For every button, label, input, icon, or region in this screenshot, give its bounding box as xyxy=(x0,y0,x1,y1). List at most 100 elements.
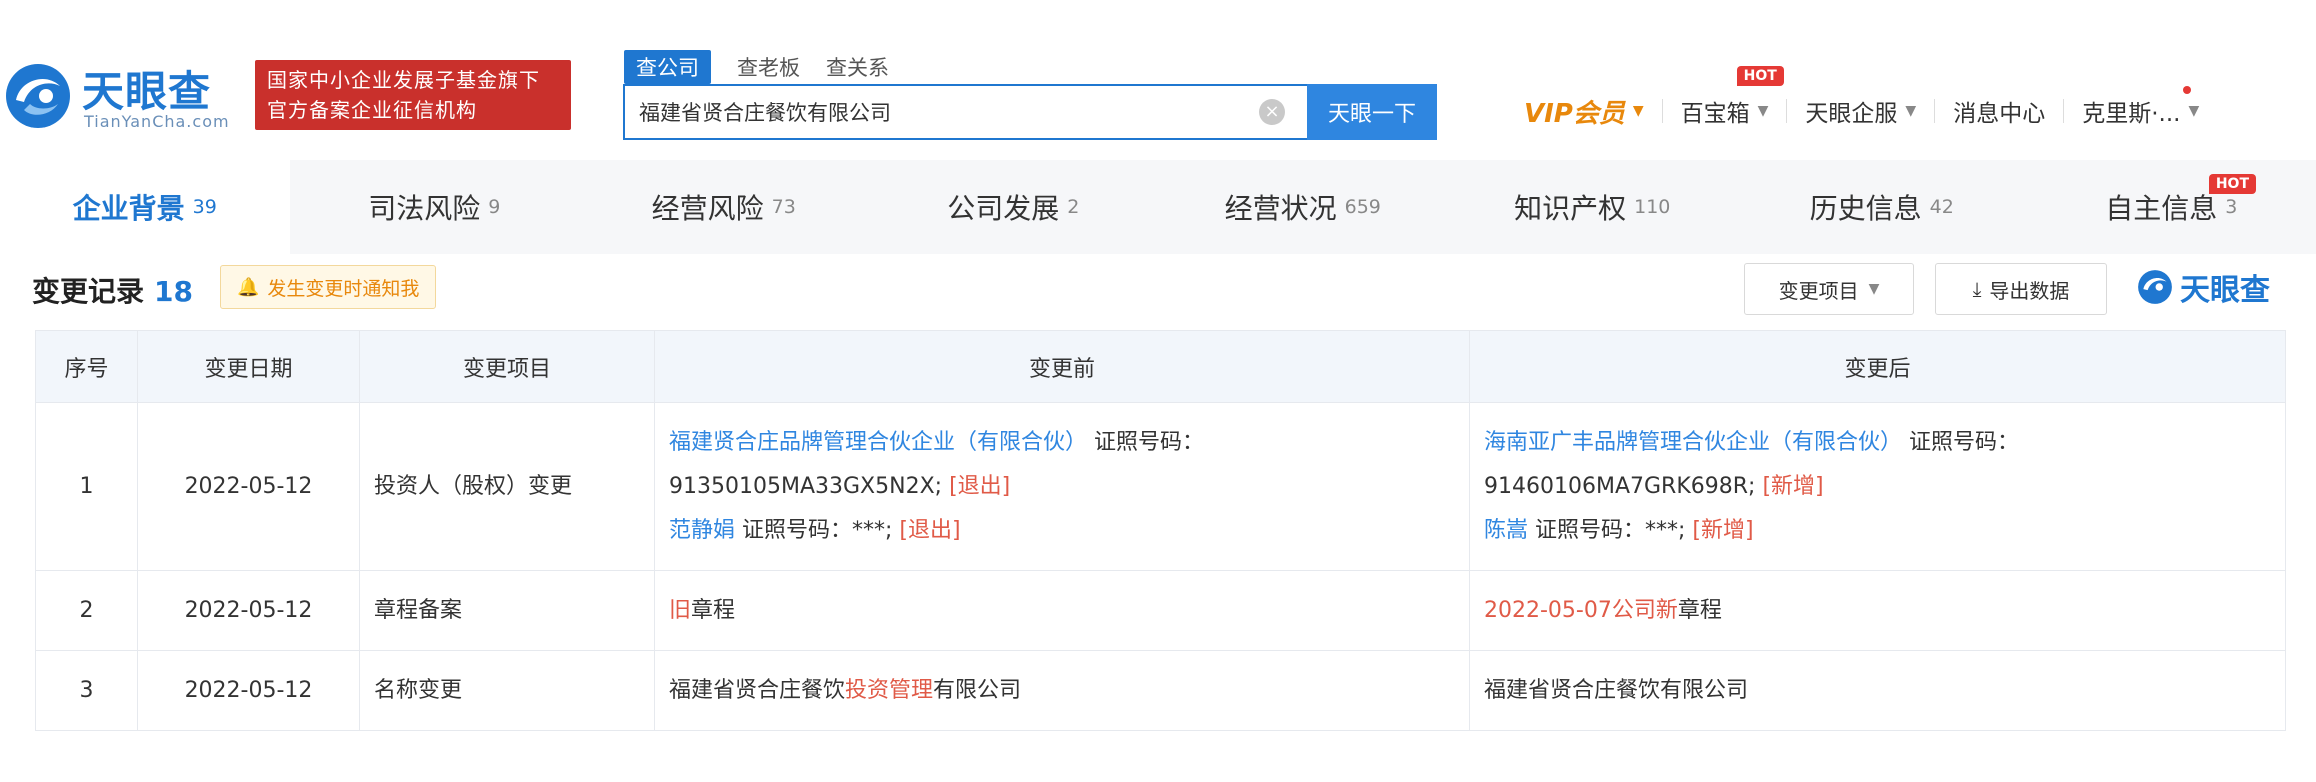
vip-label: VIP会员 xyxy=(1524,98,1625,129)
row-item: 章程备案 xyxy=(359,570,655,651)
tab-operating-risk[interactable]: 经营风险 73 xyxy=(579,160,869,254)
tab-label: 公司发展 xyxy=(947,192,1060,225)
investor-link[interactable]: 福建贤合庄品牌管理合伙企业（有限合伙） xyxy=(669,430,1087,455)
nav-divider xyxy=(2063,99,2065,123)
tab-company-development[interactable]: 公司发展 2 xyxy=(869,160,1159,254)
search-input[interactable] xyxy=(625,86,1259,138)
row-index: 3 xyxy=(35,650,138,731)
search-tab-company[interactable]: 查公司 xyxy=(624,50,711,84)
nav-divider xyxy=(1786,99,1788,123)
search-button[interactable]: 天眼一下 xyxy=(1307,84,1437,140)
diff-text: 福建省贤合庄餐饮 xyxy=(669,677,846,703)
top-nav: VIP会员 ▼ HOT 百宝箱 ▼ 天眼企服 ▼ 消息中心 克里斯·... ▼ xyxy=(1524,66,2200,134)
search-tab-boss[interactable]: 查老板 xyxy=(737,50,800,84)
site-logo[interactable]: 天眼查 TianYanCha.com xyxy=(0,56,240,136)
tab-label: 历史信息 xyxy=(1809,192,1922,225)
new-tag: [新增] xyxy=(1692,517,1754,543)
treasure-menu[interactable]: HOT 百宝箱 ▼ xyxy=(1680,66,1784,128)
category-tabs: 企业背景 39 司法风险 9 经营风险 73 公司发展 2 经营状况 659 知识产权 11… xyxy=(0,160,2316,254)
row-item: 投资人（股权）变更 xyxy=(359,402,655,571)
col-before: 变更前 xyxy=(654,330,1470,403)
tab-intellectual-property[interactable]: 知识产权 110 xyxy=(1448,160,1738,254)
row-item: 名称变更 xyxy=(359,650,655,731)
row-after: 2022-05-07公司新章程 xyxy=(1469,570,2286,651)
tab-judicial-risk[interactable]: 司法风险 9 xyxy=(290,160,580,254)
export-data-button[interactable]: ⤓ 导出数据 xyxy=(1935,263,2107,315)
chevron-down-icon: ▼ xyxy=(1868,281,1880,297)
tianyancha-logo-icon xyxy=(6,64,70,128)
badge-line-2: 官方备案企业征信机构 xyxy=(267,98,477,122)
chevron-down-icon: ▼ xyxy=(1757,103,1769,119)
investor-entry: 福建贤合庄品牌管理合伙企业（有限合伙） 证照号码：91350105MA33GX5… xyxy=(669,421,1455,509)
col-index: 序号 xyxy=(35,330,138,403)
diff-highlight: 投资管理 xyxy=(845,677,934,703)
section-count: 18 xyxy=(154,275,193,308)
row-index: 2 xyxy=(35,570,138,651)
tab-label: 经营状况 xyxy=(1224,192,1337,225)
tab-count: 2 xyxy=(1067,196,1080,218)
search-tab-relation[interactable]: 查关系 xyxy=(826,50,889,84)
download-icon: ⤓ xyxy=(1972,277,1982,301)
filter-label: 变更项目 xyxy=(1778,278,1859,303)
investor-entry: 海南亚广丰品牌管理合伙企业（有限合伙） 证照号码：91460106MA7GRK6… xyxy=(1484,421,2271,509)
new-tag: [新增] xyxy=(1762,473,1824,499)
watermark-text: 天眼查 xyxy=(2180,273,2270,308)
logo-domain: TianYanCha.com xyxy=(84,112,230,131)
treasure-label: 百宝箱 xyxy=(1680,101,1750,127)
investor-entry: 陈嵩 证照号码：***; [新增] xyxy=(1484,509,2271,553)
investor-link[interactable]: 陈嵩 xyxy=(1484,518,1528,543)
tab-label: 司法风险 xyxy=(368,192,481,225)
vip-menu[interactable]: VIP会员 ▼ xyxy=(1524,93,1644,130)
investor-link[interactable]: 海南亚广丰品牌管理合伙企业（有限合伙） xyxy=(1484,430,1902,455)
tab-label: 经营风险 xyxy=(651,192,764,225)
chevron-down-icon: ▼ xyxy=(2188,103,2200,119)
notification-dot xyxy=(2183,86,2192,94)
table-row: 2 2022-05-12 章程备案 旧章程 2022-05-07公司新章程 xyxy=(35,570,2286,651)
change-records-table: 序号 变更日期 变更项目 变更前 变更后 1 2022-05-12 投资人（股权… xyxy=(35,330,2286,731)
chevron-down-icon: ▼ xyxy=(1632,103,1644,119)
row-before: 旧章程 xyxy=(654,570,1470,651)
notify-on-change-button[interactable]: 🔔 发生变更时通知我 xyxy=(220,265,437,309)
tab-count: 9 xyxy=(488,196,501,218)
enterprise-label: 天眼企服 xyxy=(1805,101,1898,127)
change-item-filter[interactable]: 变更项目 ▼ xyxy=(1744,263,1914,315)
tab-operating-status[interactable]: 经营状况 659 xyxy=(1158,160,1448,254)
investor-link[interactable]: 范静娟 xyxy=(669,518,735,543)
tab-count: 39 xyxy=(192,196,217,218)
user-name: 克里斯·... xyxy=(2082,101,2181,127)
tab-count: 42 xyxy=(1929,196,1954,218)
top-header: 天眼查 TianYanCha.com 国家中小企业发展子基金旗下 官方备案企业征… xyxy=(0,0,2316,160)
tianyancha-logo-icon xyxy=(2138,270,2172,304)
watermark-logo: 天眼查 xyxy=(2136,262,2270,312)
messages-label: 消息中心 xyxy=(1953,101,2046,127)
col-item: 变更项目 xyxy=(359,330,655,403)
investor-entry: 范静娟 证照号码：***; [退出] xyxy=(669,509,1455,553)
clear-icon[interactable]: × xyxy=(1259,99,1285,125)
user-menu[interactable]: 克里斯·... ▼ xyxy=(2082,86,2200,128)
tab-enterprise-background[interactable]: 企业背景 39 xyxy=(0,160,290,254)
cert-number: 证照号码：***; xyxy=(735,517,900,543)
col-after: 变更后 xyxy=(1469,330,2286,403)
messages-link[interactable]: 消息中心 xyxy=(1953,94,2045,128)
tab-count: 73 xyxy=(771,196,796,218)
diff-text: 章程 xyxy=(691,597,736,623)
exit-tag: [退出] xyxy=(949,473,1011,499)
notify-label: 发生变更时通知我 xyxy=(267,277,420,300)
hot-badge: HOT xyxy=(2208,174,2256,194)
diff-text: 章程 xyxy=(1677,597,1722,623)
tab-label: 企业背景 xyxy=(72,192,185,225)
row-before: 福建省贤合庄餐饮投资管理有限公司 xyxy=(654,650,1470,731)
row-date: 2022-05-12 xyxy=(137,402,360,571)
bell-icon: 🔔 xyxy=(237,276,260,298)
chevron-down-icon: ▼ xyxy=(1905,103,1917,119)
diff-text: 有限公司 xyxy=(933,677,1022,703)
tab-history[interactable]: 历史信息 42 xyxy=(1737,160,2027,254)
col-date: 变更日期 xyxy=(137,330,360,403)
enterprise-menu[interactable]: 天眼企服 ▼ xyxy=(1805,94,1916,128)
tab-count: 110 xyxy=(1634,196,1671,218)
row-date: 2022-05-12 xyxy=(137,650,360,731)
diff-highlight: 2022-05-07公司新 xyxy=(1484,597,1678,623)
row-after: 福建省贤合庄餐饮有限公司 xyxy=(1469,650,2286,731)
tab-self-info[interactable]: HOT 自主信息 3 xyxy=(2027,160,2316,254)
export-label: 导出数据 xyxy=(1989,278,2070,303)
